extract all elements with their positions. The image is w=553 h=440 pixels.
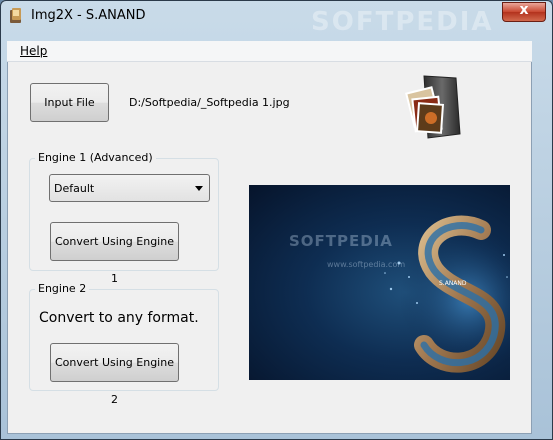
window-title: Img2X - S.ANAND bbox=[31, 8, 146, 23]
engine1-selected-value: Default bbox=[54, 182, 95, 195]
menu-help-rest: elp bbox=[29, 44, 48, 58]
app-icon bbox=[10, 8, 21, 23]
convert-engine2-button[interactable]: Convert Using Engine 2 bbox=[50, 343, 179, 406]
menu-bar bbox=[7, 41, 532, 62]
softpedia-watermark: SOFTPEDIA bbox=[311, 7, 494, 37]
preview-artwork bbox=[384, 215, 510, 373]
convert-engine1-button[interactable]: Convert Using Engine 1 bbox=[50, 222, 179, 285]
engine2-title: Engine 2 bbox=[35, 282, 90, 295]
preview-url: www.softpedia.com bbox=[327, 260, 406, 269]
app-logo-icon bbox=[405, 75, 461, 139]
close-button[interactable]: x bbox=[502, 2, 546, 22]
engine1-title: Engine 1 (Advanced) bbox=[35, 151, 156, 164]
chevron-down-icon bbox=[195, 186, 203, 191]
image-preview: S.ANAND SOFTPEDIA www.softpedia.com bbox=[249, 185, 510, 380]
input-file-path: D:/Softpedia/_Softpedia 1.jpg bbox=[129, 96, 290, 109]
engine1-format-select[interactable]: Default bbox=[49, 174, 210, 202]
preview-watermark: SOFTPEDIA bbox=[289, 232, 393, 250]
title-bar[interactable]: Img2X - S.ANAND SOFTPEDIA x bbox=[1, 1, 552, 37]
menu-help[interactable]: Help bbox=[20, 44, 47, 58]
preview-logo-text: S.ANAND bbox=[439, 280, 467, 287]
input-file-button-label: Input File bbox=[44, 96, 95, 109]
menu-help-accel: H bbox=[20, 44, 30, 58]
close-icon: x bbox=[519, 2, 529, 18]
input-file-button[interactable]: Input File bbox=[30, 83, 109, 122]
engine2-description: Convert to any format. bbox=[39, 310, 199, 326]
